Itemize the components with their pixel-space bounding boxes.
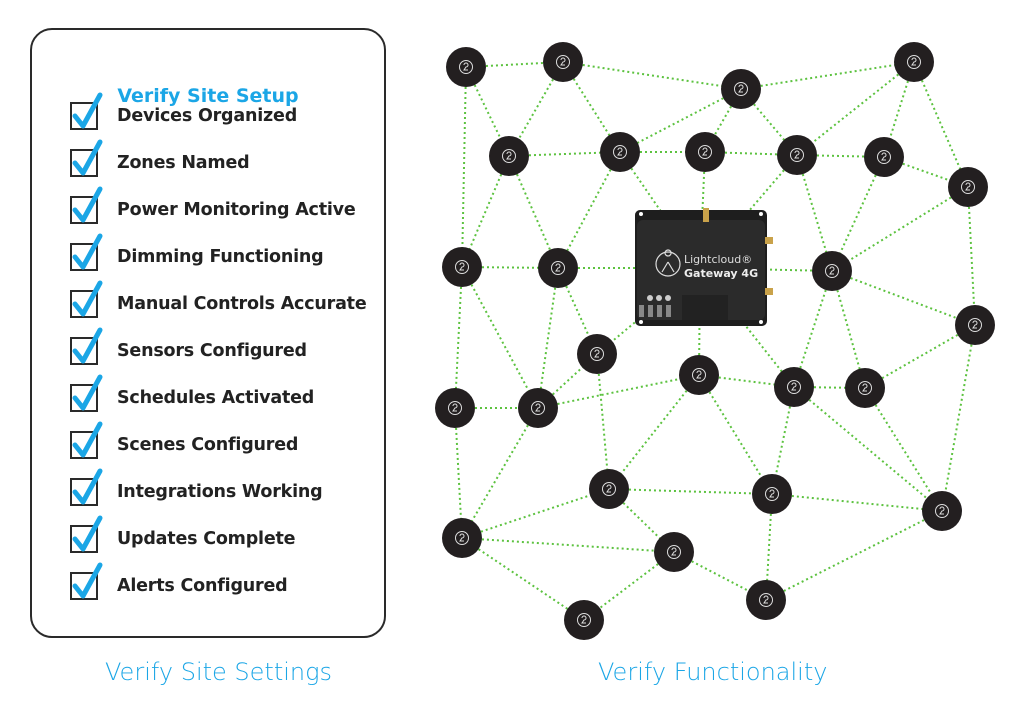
mesh-link <box>831 270 976 326</box>
mesh-link <box>765 510 943 601</box>
mesh-node <box>721 69 761 109</box>
mesh-link <box>461 66 467 268</box>
mesh-node <box>577 334 617 374</box>
mesh-node <box>589 469 629 509</box>
gateway-model: Gateway 4G <box>684 267 758 280</box>
status-led-icon <box>665 295 671 301</box>
mesh-node <box>777 135 817 175</box>
mesh-node <box>752 474 792 514</box>
mesh-node <box>746 580 786 620</box>
gateway-brand: Lightcloud® <box>684 253 752 266</box>
antenna-icon <box>703 208 709 222</box>
mesh-node <box>442 518 482 558</box>
gateway-device: Lightcloud®Gateway 4G <box>635 208 773 326</box>
mesh-link <box>740 61 915 90</box>
mesh-node <box>955 305 995 345</box>
mesh-network-diagram: Lightcloud®Gateway 4G <box>435 42 995 640</box>
mesh-link <box>864 387 943 512</box>
antenna-icon <box>765 288 773 295</box>
mesh-node <box>922 491 962 531</box>
mesh-node <box>489 136 529 176</box>
mesh-link <box>596 353 610 490</box>
antenna-icon <box>765 237 773 244</box>
mesh-link <box>771 493 943 512</box>
mesh-link <box>461 537 675 553</box>
mesh-node <box>812 251 852 291</box>
mesh-link <box>461 537 585 621</box>
mesh-node <box>518 388 558 428</box>
mesh-node <box>600 132 640 172</box>
mesh-node <box>446 47 486 87</box>
mesh-node <box>894 42 934 82</box>
status-led-icon <box>647 295 653 301</box>
mesh-node <box>442 247 482 287</box>
mesh-link <box>454 266 463 409</box>
mesh-link <box>608 488 773 495</box>
mesh-node <box>564 600 604 640</box>
mesh-node <box>845 368 885 408</box>
mesh-node <box>864 137 904 177</box>
mesh-node <box>654 532 694 572</box>
mesh-node <box>948 167 988 207</box>
mesh-link <box>796 61 915 156</box>
mesh-link <box>461 407 539 539</box>
mesh-link <box>537 267 559 409</box>
status-led-icon <box>656 295 662 301</box>
mesh-node <box>538 248 578 288</box>
mesh-link <box>537 374 700 409</box>
mesh-link <box>608 374 700 490</box>
mesh-node <box>774 367 814 407</box>
mesh-node <box>679 355 719 395</box>
mesh-link <box>967 186 976 326</box>
mesh-link <box>562 61 742 90</box>
mesh-link <box>461 488 610 539</box>
mesh-node <box>685 132 725 172</box>
mesh-link <box>461 266 539 409</box>
mesh-link <box>941 324 976 512</box>
mesh-link <box>698 374 773 495</box>
mesh-link <box>831 186 969 272</box>
mesh-link <box>913 61 969 188</box>
mesh-node <box>435 388 475 428</box>
mesh-node <box>543 42 583 82</box>
